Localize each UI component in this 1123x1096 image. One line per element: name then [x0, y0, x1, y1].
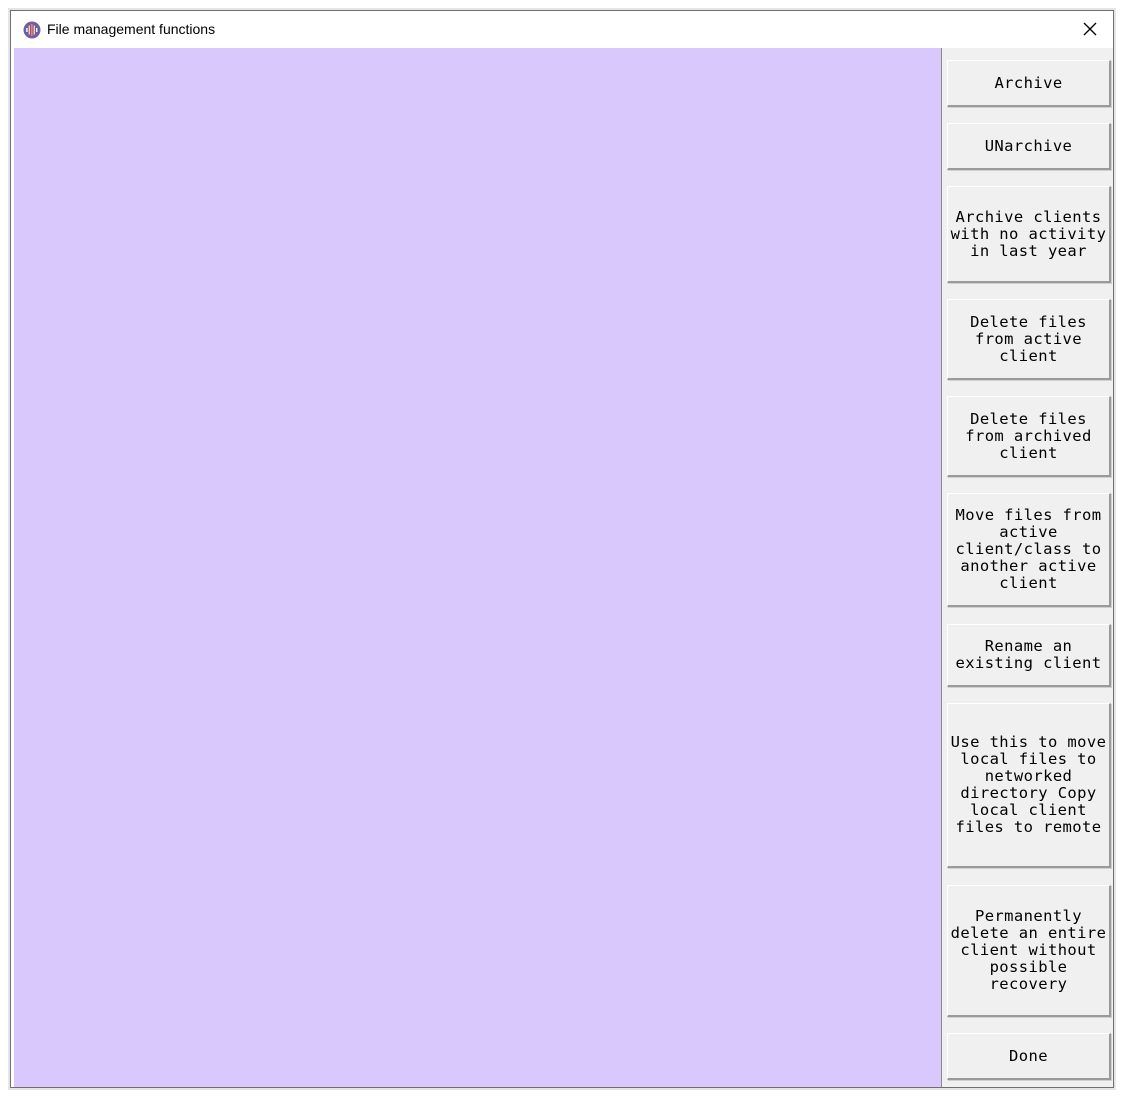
close-icon	[1083, 22, 1097, 36]
canvas-area[interactable]	[14, 48, 941, 1087]
move-files-label: Move files from active client/class to a…	[955, 506, 1102, 592]
file-management-window: File management functions Archive UNarch…	[10, 10, 1114, 1088]
archive-inactive-clients-label: Archive clients with no activity in last…	[950, 207, 1107, 260]
waveform-app-icon	[23, 21, 41, 39]
move-files-button[interactable]: Move files from active client/class to a…	[947, 493, 1111, 607]
permanently-delete-client-label: Permanently delete an entire client with…	[950, 907, 1107, 993]
archive-button[interactable]: Archive	[947, 60, 1111, 107]
close-button[interactable]	[1067, 11, 1113, 47]
rename-client-label: Rename an existing client	[955, 637, 1102, 672]
window-title: File management functions	[47, 21, 216, 37]
archive-button-label: Archive	[994, 73, 1063, 92]
copy-to-network-button[interactable]: Use this to move local files to networke…	[947, 703, 1111, 868]
title-bar[interactable]: File management functions	[11, 11, 1113, 48]
permanently-delete-client-button[interactable]: Permanently delete an entire client with…	[947, 885, 1111, 1017]
unarchive-button-label: UNarchive	[984, 136, 1073, 155]
done-button[interactable]: Done	[947, 1033, 1111, 1080]
rename-client-button[interactable]: Rename an existing client	[947, 624, 1111, 687]
delete-files-archived-client-label: Delete files from archived client	[965, 409, 1092, 462]
unarchive-button[interactable]: UNarchive	[947, 123, 1111, 170]
done-button-label: Done	[1009, 1046, 1048, 1065]
side-button-panel: Archive UNarchive Archive clients with n…	[941, 48, 1113, 1087]
archive-inactive-clients-button[interactable]: Archive clients with no activity in last…	[947, 186, 1111, 283]
delete-files-active-client-label: Delete files from active client	[970, 312, 1087, 365]
copy-to-network-label: Use this to move local files to networke…	[950, 733, 1107, 836]
delete-files-active-client-button[interactable]: Delete files from active client	[947, 299, 1111, 380]
delete-files-archived-client-button[interactable]: Delete files from archived client	[947, 396, 1111, 477]
